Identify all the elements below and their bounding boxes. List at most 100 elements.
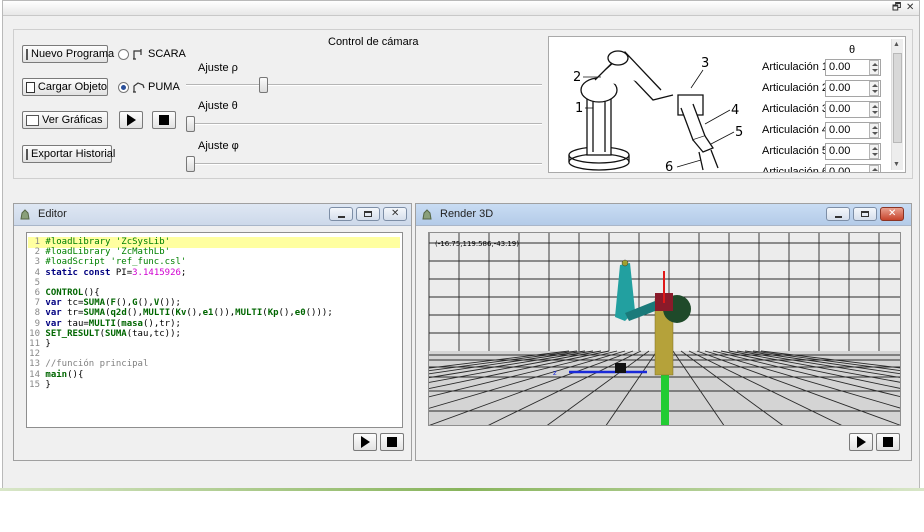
render-minimize-button[interactable] xyxy=(826,207,850,221)
joint-spinner-2[interactable] xyxy=(869,81,879,96)
theta-header: θ xyxy=(849,44,856,56)
chart-icon xyxy=(26,114,39,126)
code-line: 5 xyxy=(34,277,40,288)
code-line: 11 } xyxy=(29,339,51,349)
slider-rho-thumb[interactable] xyxy=(258,77,268,93)
code-line: 9 var tau=MULTI(masa(),tr); xyxy=(34,318,181,329)
slider-rho-track[interactable] xyxy=(186,84,542,86)
minimize-icon xyxy=(835,216,842,218)
joint-scrollbar[interactable]: ▲ ▼ xyxy=(891,39,903,170)
joint-label-2: Articulación 2 xyxy=(762,82,829,94)
nuevo-programa-button[interactable]: Nuevo Programa xyxy=(22,45,114,63)
load-object-icon xyxy=(26,81,35,93)
render-play-button[interactable] xyxy=(849,433,873,451)
play-icon xyxy=(856,436,866,448)
slider-phi-label: Ajuste φ xyxy=(198,140,239,152)
slider-rho-label: Ajuste ρ xyxy=(198,62,238,74)
code-line: 6 CONTROL(){ xyxy=(34,288,100,298)
editor-minimize-button[interactable] xyxy=(329,207,353,221)
title-bar: 🗗 ✕ xyxy=(3,1,919,16)
play-icon xyxy=(360,436,370,448)
robot-label-2: 2 xyxy=(573,70,581,85)
ver-graficas-label: Ver Gráficas xyxy=(42,114,103,126)
ver-graficas-button[interactable]: Ver Gráficas xyxy=(22,111,108,129)
joint-spinner-5[interactable] xyxy=(869,144,879,159)
puma-label: PUMA xyxy=(148,81,180,93)
render-title-bar: Render 3D ✕ xyxy=(416,204,911,226)
play-button[interactable] xyxy=(119,111,143,129)
robot-label-6: 6 xyxy=(665,160,673,172)
play-icon xyxy=(126,114,136,126)
joint-label-1: Articulación 1 xyxy=(762,61,829,73)
editor-window-icon xyxy=(20,209,30,220)
editor-window: Editor ✕ 1 #loadLibrary 'ZcSysLib' 2 #loa… xyxy=(13,203,412,461)
scroll-up-icon[interactable]: ▲ xyxy=(893,41,900,48)
editor-close-button[interactable]: ✕ xyxy=(383,207,407,221)
exportar-historial-button[interactable]: Exportar Historial xyxy=(22,145,116,163)
render-close-button[interactable]: ✕ xyxy=(880,207,904,221)
scara-label: SCARA xyxy=(148,48,186,60)
editor-stop-button[interactable] xyxy=(380,433,404,451)
cargar-objeto-button[interactable]: Cargar Objeto xyxy=(22,78,108,96)
joint-spinner-1[interactable] xyxy=(869,60,879,75)
code-line: 1 #loadLibrary 'ZcSysLib' xyxy=(34,237,171,247)
render-title: Render 3D xyxy=(440,208,494,220)
render-stop-button[interactable] xyxy=(876,433,900,451)
code-line: 10 SET_RESULT(SUMA(tau,tc)); xyxy=(29,328,181,339)
editor-maximize-button[interactable] xyxy=(356,207,380,221)
puma-robot-diagram: 1 2 3 4 5 6 xyxy=(568,50,743,172)
slider-theta-track[interactable] xyxy=(186,123,542,125)
robot-label-4: 4 xyxy=(731,103,739,118)
editor-title: Editor xyxy=(38,208,67,220)
robot-label-5: 5 xyxy=(735,125,743,140)
slider-theta-label: Ajuste θ xyxy=(198,100,238,112)
exportar-historial-label: Exportar Historial xyxy=(31,148,116,160)
joint-label-4: Articulación 4 xyxy=(762,124,829,136)
stop-icon xyxy=(159,115,169,125)
slider-phi-track[interactable] xyxy=(186,163,542,165)
radio-puma[interactable] xyxy=(118,82,129,93)
code-line: 4 static const PI=3.1415926; xyxy=(34,267,187,278)
joint-label-5: Articulación 5 xyxy=(762,145,829,157)
minimize-icon xyxy=(338,216,345,218)
joint-spinner-4[interactable] xyxy=(869,123,879,138)
joint-label-3: Articulación 3 xyxy=(762,103,829,115)
render-maximize-button[interactable] xyxy=(853,207,877,221)
code-line: 15 } xyxy=(29,379,51,390)
stop-button[interactable] xyxy=(152,111,176,129)
axis-z-label: z xyxy=(553,369,557,377)
main-window: 🗗 ✕ Nuevo Programa SCARA Cargar Objeto P… xyxy=(2,0,920,490)
joint-spinner-6[interactable] xyxy=(869,165,879,172)
scroll-down-icon[interactable]: ▼ xyxy=(893,161,900,168)
cargar-objeto-label: Cargar Objeto xyxy=(37,81,107,93)
close-icon[interactable]: ✕ xyxy=(906,2,914,14)
render-3d-viewport[interactable]: z (-16.75,119.586,-43.19) xyxy=(428,232,901,426)
camera-control-title: Control de cámara xyxy=(328,36,419,48)
editor-title-bar: Editor ✕ xyxy=(14,204,411,226)
close-icon: ✕ xyxy=(888,208,897,219)
render-window-icon xyxy=(422,209,432,220)
new-program-icon xyxy=(26,48,28,60)
code-line: 12 xyxy=(29,349,40,360)
slider-phi-thumb[interactable] xyxy=(186,156,195,172)
code-line: 3 #loadScript 'ref_func.csl' xyxy=(34,257,187,268)
code-editor[interactable]: 1 #loadLibrary 'ZcSysLib' 2 #loadLibrary … xyxy=(26,232,403,428)
stop-icon xyxy=(883,437,893,447)
render-scene: z xyxy=(429,233,900,425)
radio-scara[interactable] xyxy=(118,49,129,60)
code-line: 2 #loadLibrary 'ZcMathLb' xyxy=(34,247,171,258)
editor-play-button[interactable] xyxy=(353,433,377,451)
export-icon xyxy=(26,148,28,160)
robot-joint-panel: 1 2 3 4 5 6 θ Articulación 1 0.00 Articula… xyxy=(548,36,906,173)
code-line: 14 main(){ xyxy=(29,369,84,380)
nuevo-programa-label: Nuevo Programa xyxy=(31,48,115,60)
scroll-thumb[interactable] xyxy=(893,53,902,143)
restore-icon[interactable]: 🗗 xyxy=(892,2,901,14)
maximize-icon xyxy=(364,211,372,217)
joint-spinner-3[interactable] xyxy=(869,102,879,117)
robot-label-3: 3 xyxy=(701,56,709,71)
slider-theta-thumb[interactable] xyxy=(186,116,195,132)
puma-robot-icon xyxy=(133,82,145,93)
code-line: 13 //función principal xyxy=(29,359,149,370)
joint-label-6: Articulación 6 xyxy=(762,166,829,173)
